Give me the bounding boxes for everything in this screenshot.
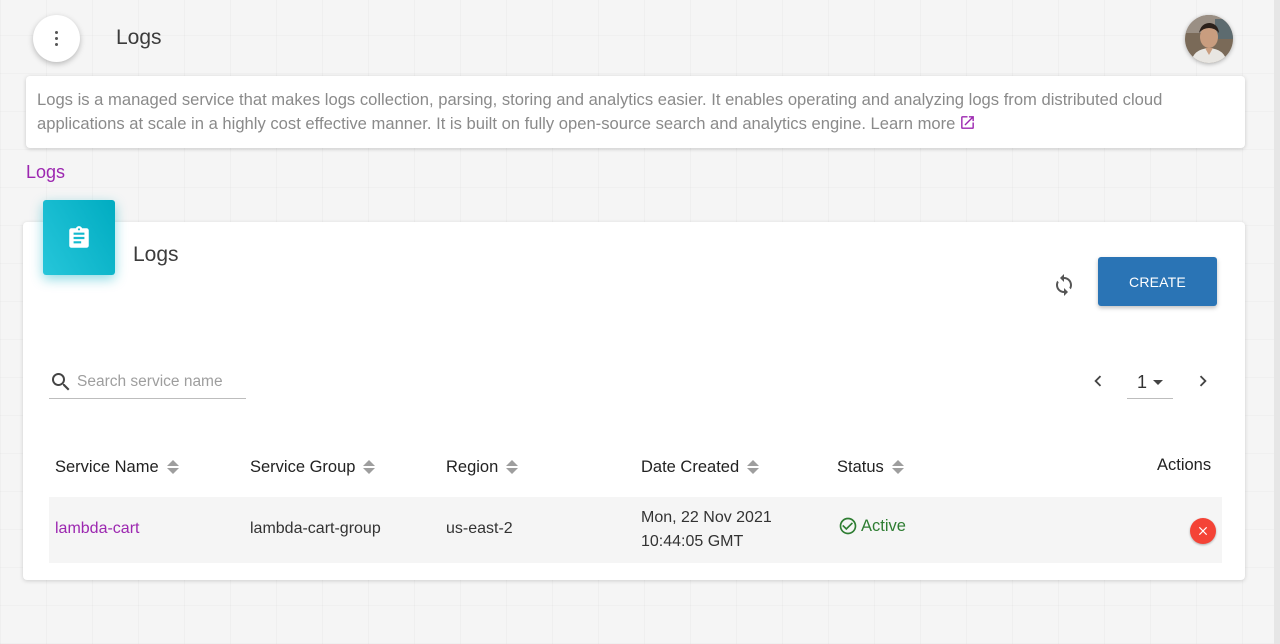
column-header-label: Service Name bbox=[55, 457, 159, 476]
column-header-label: Service Group bbox=[250, 457, 356, 476]
table-row bbox=[49, 497, 1222, 563]
sort-icon bbox=[891, 460, 904, 474]
column-header-label: Date Created bbox=[641, 457, 740, 476]
region-cell: us-east-2 bbox=[446, 520, 513, 537]
breadcrumb[interactable]: Logs bbox=[26, 162, 65, 183]
column-header-label: Status bbox=[837, 457, 884, 476]
learn-more-label: Learn more bbox=[870, 114, 956, 133]
column-header-date-created[interactable]: Date Created bbox=[641, 456, 760, 478]
column-header-label: Region bbox=[446, 457, 499, 476]
column-header-status[interactable]: Status bbox=[837, 456, 904, 478]
column-header-actions: Actions bbox=[1157, 456, 1212, 474]
date-created-date: Mon, 22 Nov 2021 bbox=[641, 509, 772, 526]
sort-icon bbox=[747, 460, 760, 474]
external-link-icon bbox=[959, 114, 976, 138]
search-icon bbox=[52, 373, 70, 391]
status-label: Active bbox=[861, 516, 906, 535]
status-badge: Active bbox=[838, 516, 906, 536]
column-header-service-name[interactable]: Service Name bbox=[55, 456, 179, 478]
page-select[interactable]: 1 bbox=[1127, 366, 1173, 399]
service-name-link[interactable]: lambda-cart bbox=[55, 520, 139, 538]
sort-icon bbox=[166, 460, 179, 474]
page-title: Logs bbox=[116, 26, 162, 49]
scrollbar-track[interactable] bbox=[1274, 0, 1280, 644]
chevron-down-icon bbox=[1153, 379, 1163, 385]
refresh-icon[interactable] bbox=[1049, 270, 1079, 300]
avatar[interactable] bbox=[1185, 15, 1233, 63]
card-title: Logs bbox=[133, 243, 179, 266]
description-text: Logs is a managed service that makes log… bbox=[37, 90, 1163, 133]
check-circle-icon bbox=[839, 517, 857, 535]
delete-icon[interactable] bbox=[1190, 518, 1216, 544]
sort-icon bbox=[363, 460, 376, 474]
previous-page-icon[interactable] bbox=[1087, 370, 1109, 392]
learn-more-link[interactable]: Learn more bbox=[871, 114, 977, 133]
clipboard-icon bbox=[43, 200, 115, 275]
search-input[interactable] bbox=[77, 373, 242, 391]
create-button[interactable]: CREATE bbox=[1098, 257, 1217, 306]
column-header-region[interactable]: Region bbox=[446, 456, 519, 478]
next-page-icon[interactable] bbox=[1192, 370, 1214, 392]
page-number: 1 bbox=[1136, 371, 1147, 392]
sort-icon bbox=[506, 460, 519, 474]
search-field[interactable] bbox=[49, 366, 246, 399]
more-vert-icon[interactable] bbox=[33, 15, 80, 62]
service-group-cell: lambda-cart-group bbox=[250, 520, 381, 537]
service-description: Logs is a managed service that makes log… bbox=[26, 76, 1245, 148]
date-created-time: 10:44:05 GMT bbox=[641, 533, 744, 550]
column-header-service-group[interactable]: Service Group bbox=[250, 456, 376, 478]
